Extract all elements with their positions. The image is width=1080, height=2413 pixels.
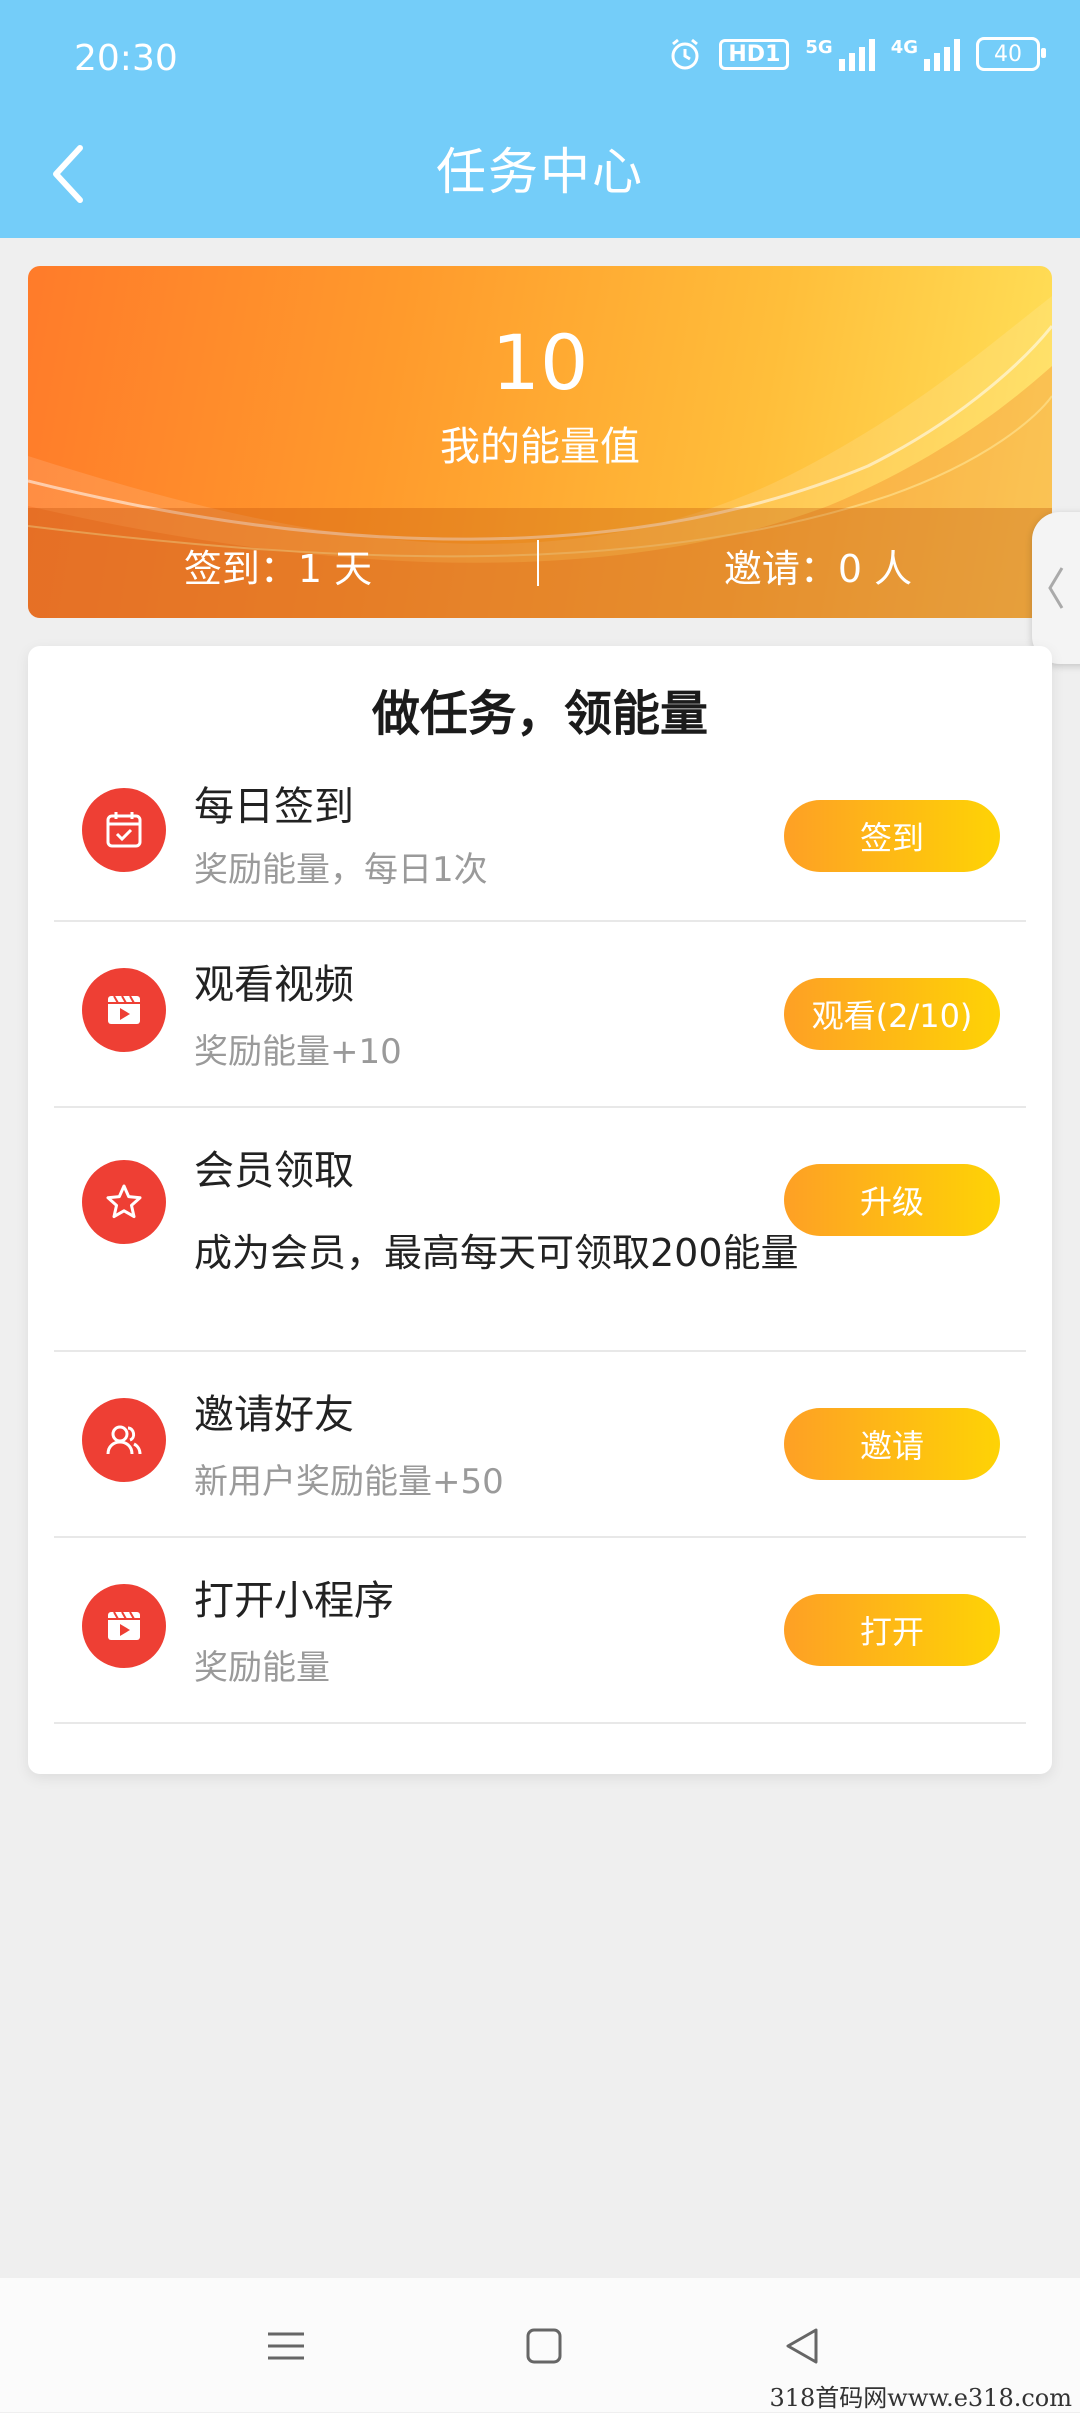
task-item-daily-signin: 每日签到 奖励能量，每日1次 签到	[54, 746, 1026, 922]
energy-label: 我的能量值	[440, 424, 640, 470]
calendar-icon	[82, 788, 166, 872]
watermark: 318首码网www.e318.com	[769, 2384, 1072, 2412]
task-desc: 奖励能量	[194, 1648, 330, 1688]
task-item-membership: 会员领取 成为会员，最高每天可领取200能量 升级	[54, 1108, 1026, 1352]
status-time: 20:30	[74, 38, 178, 79]
task-item-watch-video: 观看视频 奖励能量+10 观看(2/10)	[54, 922, 1026, 1108]
page-title: 任务中心	[436, 143, 644, 201]
task-name: 每日签到	[194, 784, 354, 830]
home-button[interactable]	[514, 2316, 574, 2376]
menu-button[interactable]	[256, 2316, 316, 2376]
chevron-left-icon	[1048, 567, 1064, 609]
task-desc: 奖励能量，每日1次	[194, 850, 488, 890]
upgrade-button[interactable]: 升级	[784, 1164, 1000, 1236]
signin-button[interactable]: 签到	[784, 800, 1000, 872]
task-desc: 新用户奖励能量+50	[194, 1462, 504, 1502]
app-header: 20:30 HD1 5G 4G 40 任务中心	[0, 0, 1080, 238]
signal-4g-icon: 4G	[891, 37, 960, 71]
stats-bar: 签到：1 天 邀请：0 人	[28, 508, 1052, 618]
square-icon	[526, 2328, 562, 2364]
task-name: 观看视频	[194, 962, 354, 1008]
open-button[interactable]: 打开	[784, 1594, 1000, 1666]
back-nav-button[interactable]	[772, 2316, 832, 2376]
stats-divider	[537, 540, 539, 586]
watch-button[interactable]: 观看(2/10)	[784, 978, 1000, 1050]
signal-5g-icon: 5G	[805, 37, 875, 71]
battery-icon: 40	[976, 37, 1046, 71]
task-card: 做任务，领能量 每日签到 奖励能量，每日1次 签到 观看视频 奖励能量+10 观…	[28, 646, 1052, 1774]
task-name: 会员领取	[194, 1148, 354, 1194]
task-item-mini-program: 打开小程序 奖励能量 打开	[54, 1538, 1026, 1724]
task-desc: 成为会员，最高每天可领取200能量	[194, 1231, 799, 1275]
invite-count: 邀请：0 人	[723, 547, 913, 591]
hd-badge: HD1	[719, 38, 790, 70]
task-card-title: 做任务，领能量	[371, 686, 708, 742]
energy-banner: 10 我的能量值 签到：1 天 邀请：0 人	[28, 266, 1052, 618]
task-item-invite: 邀请好友 新用户奖励能量+50 邀请	[54, 1352, 1026, 1538]
alarm-icon	[671, 38, 699, 70]
menu-icon	[268, 2332, 304, 2360]
triangle-back-icon	[786, 2328, 818, 2364]
side-drawer-tab[interactable]	[1032, 512, 1080, 664]
invite-button[interactable]: 邀请	[784, 1408, 1000, 1480]
task-desc: 奖励能量+10	[194, 1032, 402, 1072]
status-icons: HD1 5G 4G 40	[667, 36, 1046, 72]
users-icon	[82, 1398, 166, 1482]
task-name: 打开小程序	[194, 1578, 394, 1624]
video-icon	[82, 1584, 166, 1668]
video-icon	[82, 968, 166, 1052]
star-icon	[82, 1160, 166, 1244]
energy-value: 10	[491, 318, 589, 407]
task-name: 邀请好友	[194, 1392, 354, 1438]
signin-days: 签到：1 天	[183, 547, 373, 591]
